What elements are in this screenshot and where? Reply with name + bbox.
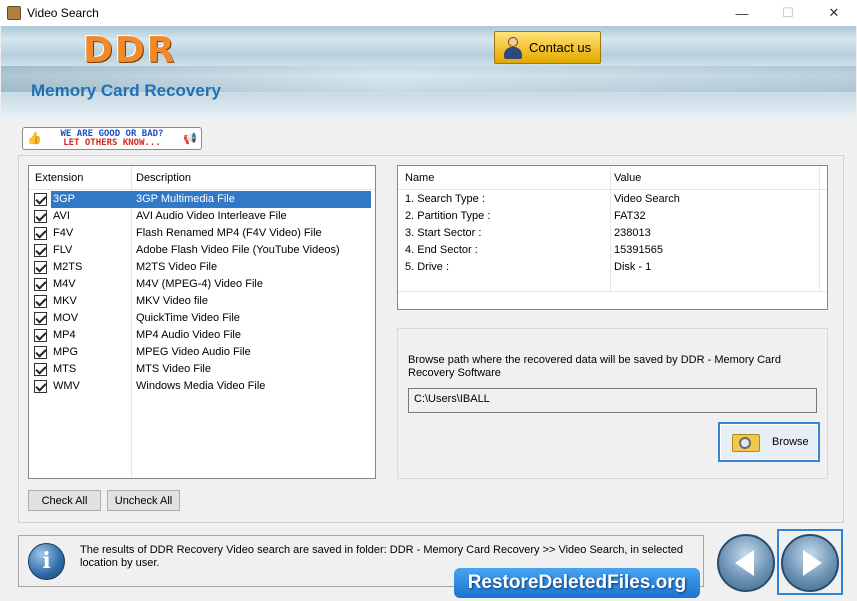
- thumbs-up-icon: 👍: [27, 131, 42, 145]
- extension-name: MTS: [53, 363, 77, 375]
- info-name: 5. Drive :: [405, 261, 450, 273]
- info-name: 3. Start Sector :: [405, 227, 482, 239]
- extension-name: WMV: [53, 380, 80, 392]
- next-button[interactable]: [781, 534, 839, 592]
- title-bar: Video Search — ☐ ✕: [0, 0, 857, 26]
- column-name: Name: [405, 172, 435, 184]
- column-extension[interactable]: Extension: [35, 172, 83, 184]
- extension-checkbox[interactable]: [34, 295, 47, 308]
- extension-description: MTS Video File: [136, 363, 211, 375]
- minimize-button[interactable]: —: [719, 0, 765, 26]
- extension-row[interactable]: M4V M4V (MPEG-4) Video File: [29, 276, 373, 293]
- extension-row[interactable]: MPG MPEG Video Audio File: [29, 344, 373, 361]
- extension-name: MPG: [53, 346, 79, 358]
- info-name: 2. Partition Type :: [405, 210, 491, 222]
- extension-checkbox[interactable]: [34, 227, 47, 240]
- extension-row[interactable]: FLV Adobe Flash Video File (YouTube Video…: [29, 242, 373, 259]
- extension-name: F4V: [53, 227, 74, 239]
- info-value: Disk - 1: [614, 261, 652, 273]
- extension-list[interactable]: Extension Description 3GP 3GP Multimedia …: [28, 165, 376, 479]
- extension-name: M2TS: [53, 261, 83, 273]
- status-message: The results of DDR Recovery Video search…: [80, 544, 684, 569]
- extension-list-header: Extension Description: [29, 166, 375, 190]
- contact-us-label: Contact us: [529, 40, 592, 55]
- search-info-table: Name Value 1. Search Type : Video Search 2…: [397, 165, 828, 310]
- info-value: Video Search: [614, 193, 680, 205]
- extension-description: M4V (MPEG-4) Video File: [136, 278, 263, 290]
- browse-label: Browse: [772, 436, 809, 448]
- extension-name: MP4: [53, 329, 76, 341]
- extension-description: AVI Audio Video Interleave File: [136, 210, 287, 222]
- app-subtitle: Memory Card Recovery: [31, 81, 221, 100]
- info-name: 1. Search Type :: [405, 193, 485, 205]
- contact-person-icon: [503, 36, 523, 59]
- header-banner: DDR Memory Card Recovery Contact us: [1, 26, 856, 122]
- extension-row[interactable]: M2TS M2TS Video File: [29, 259, 373, 276]
- extension-row[interactable]: MOV QuickTime Video File: [29, 310, 373, 327]
- info-value: 15391565: [614, 244, 663, 256]
- extension-name: MOV: [53, 312, 79, 324]
- rating-prompt: LET OTHERS KNOW...: [63, 137, 161, 148]
- rating-badge[interactable]: 👍 WE ARE GOOD OR BAD? LET OTHERS KNOW...…: [22, 127, 202, 150]
- extension-description: QuickTime Video File: [136, 312, 240, 324]
- megaphone-icon: 📢: [183, 132, 197, 145]
- ddr-logo: DDR: [83, 30, 177, 71]
- extension-description: Flash Renamed MP4 (F4V Video) File: [136, 227, 322, 239]
- maximize-button[interactable]: ☐: [765, 0, 811, 26]
- extension-checkbox[interactable]: [34, 193, 47, 206]
- extension-checkbox[interactable]: [34, 380, 47, 393]
- extension-row[interactable]: WMV Windows Media Video File: [29, 378, 373, 395]
- extension-checkbox[interactable]: [34, 312, 47, 325]
- close-button[interactable]: ✕: [811, 0, 857, 26]
- uncheck-all-button[interactable]: Uncheck All: [107, 490, 180, 511]
- extension-name: AVI: [53, 210, 70, 222]
- extension-description: Windows Media Video File: [136, 380, 266, 392]
- extension-name: MKV: [53, 295, 77, 307]
- extension-description: MP4 Audio Video File: [136, 329, 241, 341]
- extension-name: 3GP: [51, 191, 131, 208]
- extension-checkbox[interactable]: [34, 329, 47, 342]
- extension-description: Adobe Flash Video File (YouTube Videos): [136, 244, 340, 256]
- info-name: 4. End Sector :: [405, 244, 478, 256]
- app-icon: [7, 6, 21, 20]
- extension-description: M2TS Video File: [136, 261, 218, 273]
- save-path-field[interactable]: C:\Users\IBALL: [408, 388, 817, 413]
- extension-description: MPEG Video Audio File: [136, 346, 251, 358]
- extension-checkbox[interactable]: [34, 278, 47, 291]
- info-value: 238013: [614, 227, 651, 239]
- extension-row[interactable]: AVI AVI Audio Video Interleave File: [29, 208, 373, 225]
- info-icon: i: [28, 543, 65, 580]
- back-arrow-icon: [734, 550, 754, 576]
- extension-name: FLV: [53, 244, 73, 256]
- browse-panel: Browse path where the recovered data wil…: [397, 328, 828, 479]
- extension-checkbox[interactable]: [34, 363, 47, 376]
- folder-search-icon: [732, 432, 760, 452]
- column-description[interactable]: Description: [136, 172, 191, 184]
- extension-description: 3GP Multimedia File: [131, 191, 371, 208]
- extension-checkbox[interactable]: [34, 261, 47, 274]
- extension-row[interactable]: MTS MTS Video File: [29, 361, 373, 378]
- next-arrow-icon: [802, 550, 822, 576]
- extension-row[interactable]: F4V Flash Renamed MP4 (F4V Video) File: [29, 225, 373, 242]
- site-badge[interactable]: RestoreDeletedFiles.org: [454, 568, 700, 598]
- browse-button[interactable]: Browse: [718, 422, 820, 462]
- extension-checkbox[interactable]: [34, 210, 47, 223]
- info-value: FAT32: [614, 210, 646, 222]
- extension-checkbox[interactable]: [34, 244, 47, 257]
- extension-description: MKV Video file: [136, 295, 208, 307]
- extension-checkbox[interactable]: [34, 346, 47, 359]
- extension-name: M4V: [53, 278, 76, 290]
- extension-row[interactable]: MKV MKV Video file: [29, 293, 373, 310]
- contact-us-button[interactable]: Contact us: [494, 31, 601, 64]
- window-title: Video Search: [27, 6, 99, 20]
- extension-row[interactable]: MP4 MP4 Audio Video File: [29, 327, 373, 344]
- extension-row[interactable]: 3GP 3GP Multimedia File: [29, 191, 373, 208]
- column-value: Value: [614, 172, 642, 184]
- browse-instructions: Browse path where the recovered data wil…: [408, 354, 781, 379]
- back-button[interactable]: [717, 534, 775, 592]
- check-all-button[interactable]: Check All: [28, 490, 101, 511]
